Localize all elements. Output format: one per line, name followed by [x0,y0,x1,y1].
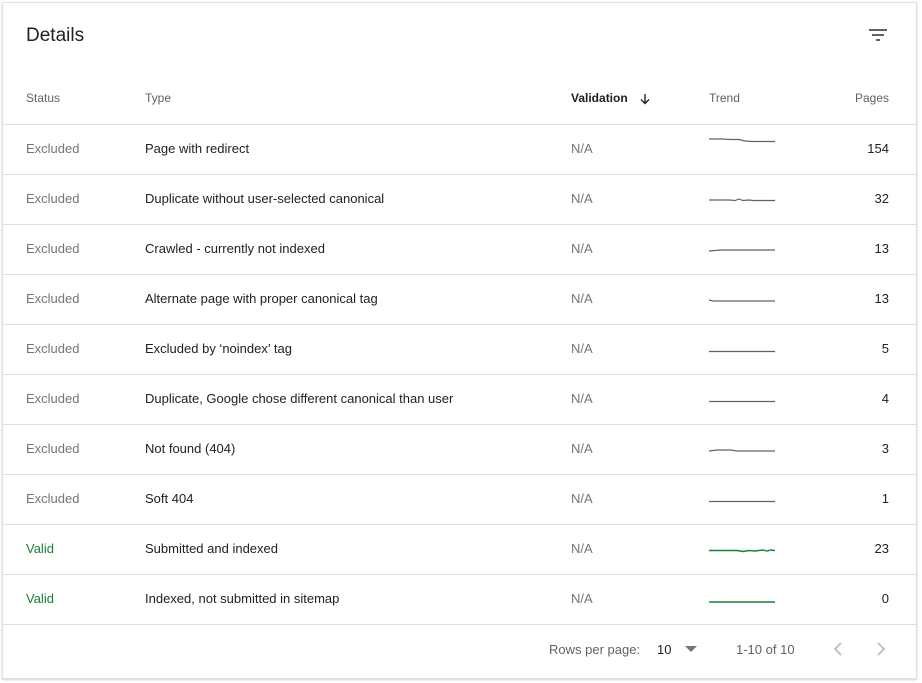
trend-sparkline [709,249,775,252]
pages-cell: 23 [874,541,889,556]
type-cell: Indexed, not submitted in sitemap [145,591,340,606]
table-row[interactable]: Excluded Duplicate without user-selected… [3,175,916,225]
pages-column-header[interactable]: Pages [855,91,889,105]
validation-cell: N/A [571,441,593,456]
table-row[interactable]: Excluded Page with redirect N/A 154 [3,125,916,175]
validation-header-label: Validation [571,91,628,105]
type-cell: Submitted and indexed [145,541,278,556]
type-cell: Soft 404 [145,491,194,506]
rows-per-page-value: 10 [657,642,672,657]
trend-sparkline [709,138,775,143]
trend-sparkline [709,500,775,503]
table-footer: Rows per page: 10 1-10 of 10 [3,622,916,678]
status-cell: Excluded [26,491,80,506]
pages-cell: 3 [881,441,889,456]
status-cell: Valid [26,591,54,606]
status-column-header[interactable]: Status [26,91,60,105]
card-title: Details [26,25,85,46]
pages-cell: 32 [874,191,889,206]
status-cell: Excluded [26,341,80,356]
pages-cell: 13 [874,241,889,256]
details-table: Status Type Validation Trend Pages Exclu… [3,71,916,625]
table-row[interactable]: Excluded Not found (404) N/A 3 [3,425,916,475]
pages-cell: 0 [881,591,889,606]
rows-per-page-label: Rows per page: [549,642,641,657]
trend-sparkline [709,350,775,353]
status-cell: Valid [26,541,54,556]
filter-icon[interactable] [866,23,890,47]
pagination-range: 1-10 of 10 [736,642,795,657]
type-cell: Not found (404) [145,441,236,456]
trend-column-header[interactable]: Trend [709,91,740,105]
table-row[interactable]: Excluded Soft 404 N/A 1 [3,475,916,525]
table-row[interactable]: Excluded Crawled - currently not indexed… [3,225,916,275]
type-cell: Duplicate without user-selected canonica… [145,191,385,206]
trend-sparkline [709,549,775,553]
chevron-left-icon[interactable] [825,636,851,662]
validation-cell: N/A [571,141,593,156]
validation-cell: N/A [571,341,593,356]
type-cell: Excluded by ‘noindex’ tag [145,341,292,356]
table-header: Status Type Validation Trend Pages [3,71,916,125]
validation-cell: N/A [571,241,593,256]
pages-cell: 5 [881,341,889,356]
status-cell: Excluded [26,291,80,306]
validation-cell: N/A [571,541,593,556]
trend-sparkline [709,601,775,603]
pages-cell: 13 [874,291,889,306]
status-cell: Excluded [26,391,80,406]
type-column-header[interactable]: Type [145,91,171,105]
type-cell: Crawled - currently not indexed [145,241,325,256]
table-row[interactable]: Valid Submitted and indexed N/A 23 [3,525,916,575]
pages-cell: 4 [881,391,889,406]
table-body: Excluded Page with redirect N/A 154 Excl… [3,125,916,625]
validation-cell: N/A [571,491,593,506]
rows-per-page-select[interactable]: 10 [657,636,705,662]
validation-cell: N/A [571,291,593,306]
card-header: Details [3,3,916,71]
table-row[interactable]: Excluded Alternate page with proper cano… [3,275,916,325]
validation-cell: N/A [571,591,593,606]
table-row[interactable]: Excluded Excluded by ‘noindex’ tag N/A 5 [3,325,916,375]
trend-sparkline [709,299,775,302]
status-cell: Excluded [26,141,80,156]
validation-column-header[interactable]: Validation [571,91,651,105]
trend-sparkline [709,400,775,403]
validation-cell: N/A [571,191,593,206]
trend-sparkline [709,449,775,452]
dropdown-arrow-icon [685,646,697,652]
status-cell: Excluded [26,241,80,256]
status-cell: Excluded [26,441,80,456]
arrow-down-icon [640,93,650,105]
details-card: Details Status Type Validation Trend Pag… [2,2,917,679]
validation-cell: N/A [571,391,593,406]
trend-sparkline [709,198,775,202]
pages-cell: 154 [867,141,889,156]
table-row[interactable]: Valid Indexed, not submitted in sitemap … [3,575,916,625]
type-cell: Duplicate, Google chose different canoni… [145,391,454,406]
table-row[interactable]: Excluded Duplicate, Google chose differe… [3,375,916,425]
pages-cell: 1 [881,491,889,506]
status-cell: Excluded [26,191,80,206]
type-cell: Alternate page with proper canonical tag [145,291,378,306]
type-cell: Page with redirect [145,141,250,156]
chevron-right-icon[interactable] [868,636,894,662]
